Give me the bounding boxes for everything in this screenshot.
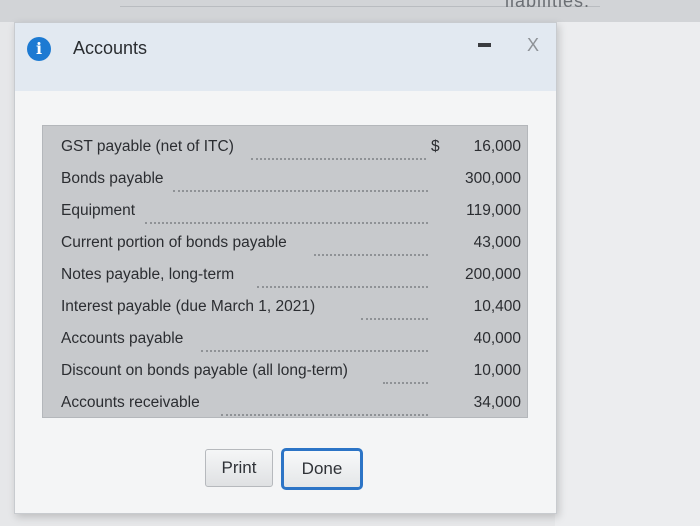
- account-label: Equipment: [61, 202, 136, 219]
- account-label: Interest payable (due March 1, 2021): [61, 298, 316, 315]
- accounts-dialog: i Accounts X GST payable (net of ITC) $ …: [14, 22, 557, 514]
- leader-dots: [201, 330, 428, 352]
- account-label: Accounts receivable: [61, 394, 200, 411]
- table-row: Bonds payable 300,000: [61, 170, 521, 194]
- table-row: Interest payable (due March 1, 2021) 10,…: [61, 298, 521, 322]
- account-label: Bonds payable: [61, 170, 164, 187]
- background-window-strip: liabilities.: [0, 0, 700, 22]
- table-row: Current portion of bonds payable 43,000: [61, 234, 521, 258]
- account-label: GST payable (net of ITC): [61, 138, 234, 155]
- account-value: 300,000: [464, 170, 521, 187]
- dollar-sign: $: [431, 138, 440, 155]
- account-value: 34,000: [473, 394, 521, 411]
- account-value: 200,000: [464, 266, 521, 283]
- leader-dots: [145, 202, 428, 224]
- account-value: 16,000: [473, 138, 521, 155]
- account-value: 119,000: [466, 202, 521, 219]
- print-button[interactable]: Print: [205, 449, 273, 487]
- account-label: Accounts payable: [61, 330, 184, 347]
- leader-dots: [361, 298, 428, 320]
- minimize-icon[interactable]: [478, 38, 492, 52]
- table-row: Accounts receivable 34,000: [61, 394, 521, 418]
- leader-dots: [173, 170, 428, 192]
- leader-dots: [251, 138, 426, 160]
- account-label: Notes payable, long-term: [61, 266, 235, 283]
- account-value: 10,400: [473, 298, 521, 315]
- dialog-titlebar: i Accounts X: [15, 23, 556, 91]
- leader-dots: [314, 234, 428, 256]
- account-value: 43,000: [473, 234, 521, 251]
- table-row: Notes payable, long-term 200,000: [61, 266, 521, 290]
- leader-dots: [257, 266, 428, 288]
- table-row: Equipment 119,000: [61, 202, 521, 226]
- info-icon: i: [27, 37, 51, 61]
- dialog-title: Accounts: [73, 38, 148, 58]
- table-row: Accounts payable 40,000: [61, 330, 521, 354]
- account-value: 40,000: [473, 330, 521, 347]
- account-value: 10,000: [473, 362, 521, 379]
- done-button[interactable]: Done: [281, 448, 363, 490]
- account-label: Current portion of bonds payable: [61, 234, 287, 251]
- leader-dots: [221, 394, 428, 416]
- accounts-table: GST payable (net of ITC) $ 16,000 Bonds …: [42, 125, 528, 418]
- account-label: Discount on bonds payable (all long-term…: [61, 362, 348, 379]
- table-row: Discount on bonds payable (all long-term…: [61, 362, 521, 386]
- leader-dots: [383, 362, 428, 384]
- background-text: liabilities.: [504, 0, 590, 11]
- close-icon[interactable]: X: [527, 35, 539, 56]
- background-page: [555, 22, 700, 526]
- table-row: GST payable (net of ITC) $ 16,000: [61, 138, 521, 162]
